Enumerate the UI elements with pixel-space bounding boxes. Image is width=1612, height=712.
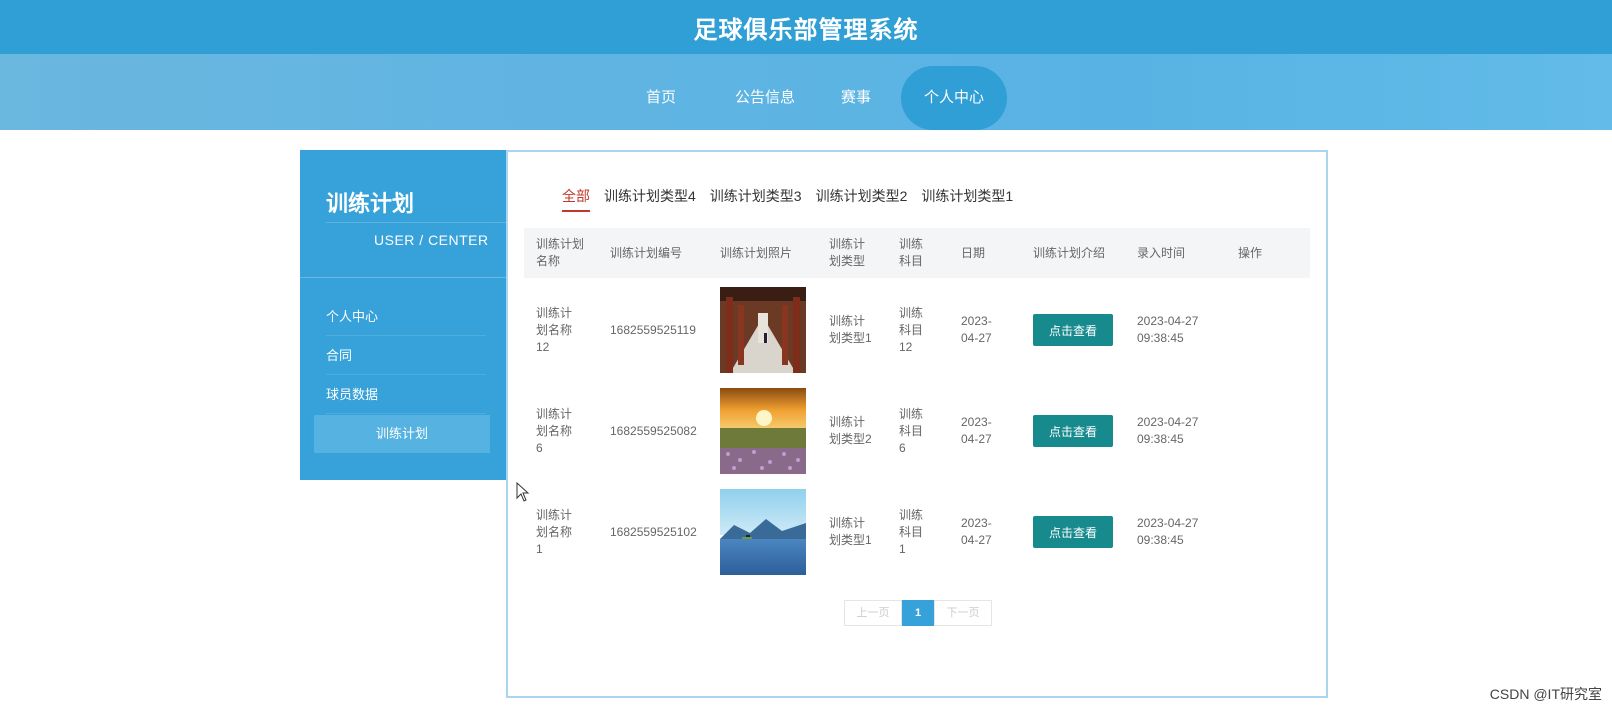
cell-code: 1682559525102 [610, 524, 697, 539]
cell-type: 训练计划类型1 [829, 516, 872, 547]
view-details-button[interactable]: 点击查看 [1033, 314, 1113, 346]
sidebar-item-player-data[interactable]: 球员数据 [326, 376, 486, 414]
cell-name: 训练计划名称6 [536, 406, 573, 455]
table-header: 训练计划名称 训练计划编号 训练计划照片 训练计划类型 训练科目 日期 训练计划… [524, 228, 1310, 278]
cell-intro: 点击查看 [1033, 381, 1123, 481]
next-page-button[interactable]: 下一页 [934, 600, 992, 626]
cell-name: 训练计划名称12 [536, 305, 573, 354]
cell-intro: 点击查看 [1033, 280, 1123, 380]
cell-created-time: 2023-04-27 09:38:45 [1137, 415, 1199, 446]
divider [326, 222, 506, 223]
cell-type: 训练计划类型2 [829, 415, 872, 446]
top-header: 足球俱乐部管理系统 [0, 0, 1612, 54]
cell-subject: 训练科目12 [899, 305, 924, 354]
cell-date: 2023-04-27 [961, 415, 992, 446]
view-details-button[interactable]: 点击查看 [1033, 415, 1113, 447]
table-row: 训练计划名称1 1682559525102 训练计划类型1 训练科目1 2023… [524, 482, 1310, 582]
cell-photo [720, 482, 810, 582]
column-header-created-time: 录入时间 [1137, 245, 1186, 260]
cell-code: 1682559525082 [610, 423, 697, 438]
cell-code: 1682559525119 [610, 322, 696, 337]
cell-intro: 点击查看 [1033, 482, 1123, 582]
tab-type2[interactable]: 训练计划类型2 [816, 186, 908, 212]
tab-all[interactable]: 全部 [562, 186, 590, 212]
main-nav: 首页 公告信息 赛事 个人中心 [0, 54, 1612, 130]
cell-date: 2023-04-27 [961, 314, 992, 345]
prev-page-button[interactable]: 上一页 [844, 600, 902, 626]
cell-subject: 训练科目6 [899, 406, 924, 455]
column-header-type: 训练计划类型 [829, 237, 866, 268]
watermark: CSDN @IT研究室 [1489, 686, 1602, 702]
view-details-button[interactable]: 点击查看 [1033, 516, 1113, 548]
sidebar-item-contract[interactable]: 合同 [326, 337, 486, 375]
column-header-date: 日期 [961, 245, 986, 260]
tab-type1[interactable]: 训练计划类型1 [921, 186, 1013, 212]
cell-date: 2023-04-27 [961, 516, 992, 547]
cell-name: 训练计划名称1 [536, 507, 573, 556]
nav-item-announcements[interactable]: 公告信息 [722, 66, 808, 130]
cell-photo [720, 381, 810, 481]
nav-item-home[interactable]: 首页 [628, 66, 694, 130]
sidebar: 训练计划 USER / CENTER 个人中心 合同 球员数据 训练计划 [300, 150, 506, 480]
tab-type4[interactable]: 训练计划类型4 [604, 186, 696, 212]
nav-item-user-center[interactable]: 个人中心 [901, 66, 1007, 130]
colonnade-photo [720, 287, 806, 373]
sidebar-title: 训练计划 [326, 191, 415, 216]
tab-type3[interactable]: 训练计划类型3 [710, 186, 802, 212]
mouse-cursor-icon [516, 482, 530, 502]
sidebar-subtitle: USER / CENTER [374, 232, 489, 248]
site-title: 足球俱乐部管理系统 [693, 16, 919, 44]
cell-type: 训练计划类型1 [829, 314, 872, 345]
sidebar-item-training-plan[interactable]: 训练计划 [314, 415, 490, 453]
table-row: 训练计划名称6 1682559525082 训练计划类型2 训练科目6 2023… [524, 381, 1310, 481]
column-header-intro: 训练计划介绍 [1033, 245, 1106, 260]
page-number-button[interactable]: 1 [902, 600, 934, 626]
lake-photo [720, 489, 806, 575]
divider [300, 277, 506, 278]
column-header-code: 训练计划编号 [610, 245, 683, 260]
nav-item-matches[interactable]: 赛事 [826, 66, 886, 130]
column-header-actions: 操作 [1238, 245, 1263, 260]
cell-subject: 训练科目1 [899, 507, 924, 556]
table-row: 训练计划名称12 1682559525119 训练计划类型1 训练科目12 20… [524, 280, 1310, 380]
cell-created-time: 2023-04-27 09:38:45 [1137, 516, 1199, 547]
column-header-subject: 训练科目 [899, 237, 924, 268]
filter-tabs: 全部 训练计划类型4 训练计划类型3 训练计划类型2 训练计划类型1 [562, 186, 1027, 212]
sidebar-item-user-center[interactable]: 个人中心 [326, 298, 486, 336]
sunset-meadow-photo [720, 388, 806, 474]
column-header-photo: 训练计划照片 [720, 245, 793, 260]
cell-photo [720, 280, 810, 380]
cell-created-time: 2023-04-27 09:38:45 [1137, 314, 1199, 345]
pagination: 上一页 1 下一页 [844, 600, 992, 626]
content-panel: 全部 训练计划类型4 训练计划类型3 训练计划类型2 训练计划类型1 训练计划名… [506, 150, 1328, 698]
column-header-name: 训练计划名称 [536, 237, 585, 268]
